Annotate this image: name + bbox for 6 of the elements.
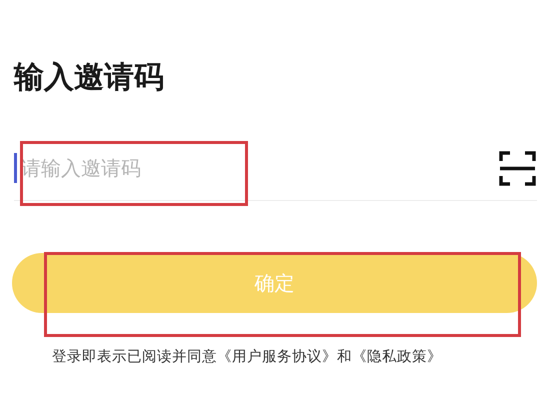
text-cursor bbox=[14, 153, 17, 183]
page-title: 输入邀请码 bbox=[14, 59, 165, 97]
scan-icon[interactable] bbox=[499, 150, 536, 186]
agreement-text: 登录即表示已阅读并同意《用户服务协议》和《隐私政策》 bbox=[52, 348, 443, 366]
invite-code-field[interactable]: 请输入邀请码 bbox=[17, 156, 499, 180]
confirm-button[interactable]: 确定 bbox=[12, 253, 537, 313]
